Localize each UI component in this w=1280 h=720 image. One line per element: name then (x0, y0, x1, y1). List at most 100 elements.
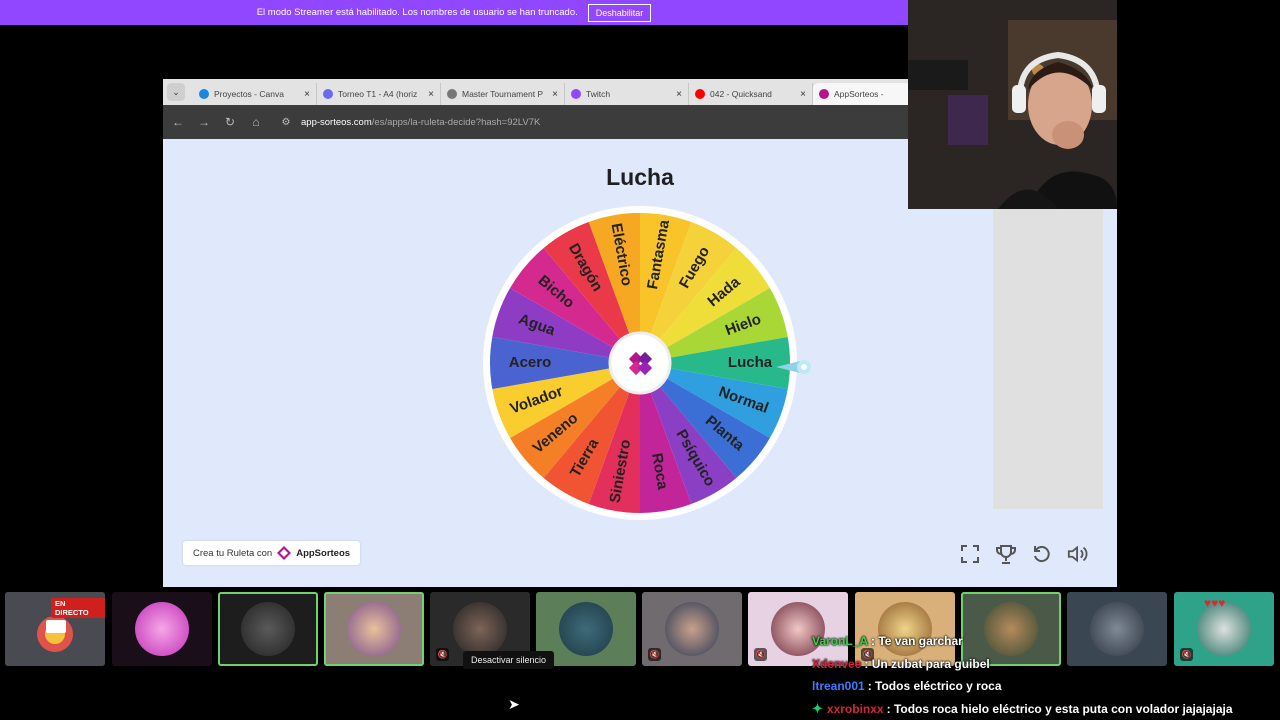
hearts-icon: ♥♥♥ (1204, 596, 1226, 610)
credit-prefix: Crea tu Ruleta con (193, 547, 273, 559)
unmute-tooltip: Desactivar silencio (463, 651, 555, 669)
wheel-rim-dot (789, 387, 793, 392)
wheel-rim-dot (540, 478, 544, 482)
reset-icon[interactable] (1031, 543, 1053, 565)
tab-favicon-icon (199, 89, 209, 99)
participant-tile[interactable] (324, 592, 424, 666)
chat-text: : Te van garchar (871, 634, 963, 649)
muted-icon: 🔇 (648, 648, 661, 661)
wheel-rim-dot (505, 437, 510, 442)
chat-username[interactable]: Xdenvee (812, 657, 861, 671)
avatar (347, 602, 401, 656)
chat-text: : Todos roca hielo eléctrico y esta puta… (886, 701, 1233, 716)
url-field[interactable]: ⚙ app-sorteos.com/es/apps/la-ruleta-deci… (279, 116, 541, 128)
wheel-hub[interactable] (608, 331, 672, 395)
tab-favicon-icon (695, 89, 705, 99)
wheel-rim-dot (586, 505, 590, 509)
create-wheel-credit[interactable]: Crea tu Ruleta con AppSorteos (183, 541, 361, 565)
avatar (559, 602, 613, 656)
side-panel (993, 209, 1103, 509)
back-icon[interactable]: ← (171, 115, 185, 129)
tab-label: Master Tournament P (462, 89, 544, 99)
muted-icon: 🔇 (754, 648, 767, 661)
wheel-rim-dot (736, 244, 740, 248)
banner-text: El modo Streamer está habilitado. Los no… (256, 7, 578, 18)
wheel-rim-dot (690, 217, 694, 221)
wheel-rim-dot (505, 284, 510, 289)
chat-message: Xdenvee: Un zubat para guibel (812, 653, 1280, 676)
wheel-rim-dot (736, 478, 740, 482)
wheel-rim-dot (770, 437, 775, 442)
browser-tab[interactable]: Twitch × (565, 83, 689, 105)
tab-label: Proyectos - Canva (214, 89, 284, 99)
webcam-feed (908, 0, 1117, 209)
site-settings-icon[interactable]: ⚙ (279, 117, 293, 128)
tab-favicon-icon (447, 89, 457, 99)
wheel-rim-dot (690, 505, 694, 509)
chat-message: VaronL_A: Te van garchar (812, 630, 1280, 653)
wheel-rim-dot (487, 387, 491, 392)
mouse-cursor-icon: ➤ (508, 696, 520, 712)
close-tab-icon[interactable]: × (552, 89, 558, 100)
avatar (241, 602, 295, 656)
browser-tab[interactable]: 042 - Quicksand × (689, 83, 813, 105)
chat-message: ltrean001: Todos eléctrico y roca (812, 675, 1280, 698)
disable-streamer-mode-button[interactable]: Deshabilitar (587, 3, 652, 22)
reload-icon[interactable]: ↻ (223, 115, 237, 129)
chat-overlay: VaronL_A: Te van garchar Xdenvee: Un zuba… (812, 630, 1280, 720)
fullscreen-icon[interactable] (959, 543, 981, 565)
wheel-segment-label: Acero (509, 354, 552, 371)
tab-label: Torneo T1 - A4 (horiz (338, 89, 418, 99)
wheel-rim-dot (770, 284, 775, 289)
forward-icon[interactable]: → (197, 115, 211, 129)
wheel-rim-dot (487, 334, 491, 339)
chat-username[interactable]: ltrean001 (812, 679, 865, 693)
chat-username[interactable]: VaronL_A (812, 634, 868, 648)
wheel-title-text: Lucha (606, 164, 674, 190)
tab-favicon-icon (323, 89, 333, 99)
wheel-rim-dot (586, 217, 590, 221)
participant-tile[interactable] (218, 592, 318, 666)
url-path: /es/apps/la-ruleta-decide?hash=92LV7K (371, 116, 541, 128)
home-icon[interactable]: ⌂ (249, 115, 263, 129)
tab-label: 042 - Quicksand (710, 89, 772, 99)
wheel-rim-dot (789, 334, 793, 339)
volume-icon[interactable] (1067, 543, 1089, 565)
participant-tile[interactable]: 🔇 (642, 592, 742, 666)
tab-search-icon[interactable]: ⌄ (167, 83, 185, 101)
wheel-rim-dot (540, 244, 544, 248)
screen: El modo Streamer está habilitado. Los no… (0, 0, 1280, 720)
appsorteos-icon (277, 546, 292, 560)
wheel-rim-dot (638, 514, 642, 518)
prize-wheel[interactable]: Eléctrico Fantasma FuegoHadaHieloLuchaNorm… (480, 203, 820, 543)
streamer-mode-banner: El modo Streamer está habilitado. Los no… (0, 0, 908, 25)
wheel-segment-label: Lucha (728, 354, 773, 371)
browser-tab[interactable]: Master Tournament P × (441, 83, 565, 105)
url-host: app-sorteos.com (301, 116, 372, 128)
wheel-controls (959, 543, 1089, 565)
avatar (665, 602, 719, 656)
close-tab-icon[interactable]: × (676, 89, 682, 100)
close-tab-icon[interactable]: × (428, 89, 434, 100)
browser-tab[interactable]: Proyectos - Canva × (193, 83, 317, 105)
tab-favicon-icon (819, 89, 829, 99)
wheel-rim-dot (638, 208, 642, 212)
chat-badge-icon: ✦ (812, 700, 823, 716)
participant-tile[interactable] (112, 592, 212, 666)
avatar (453, 602, 507, 656)
muted-icon: 🔇 (436, 648, 449, 661)
browser-tab[interactable]: Torneo T1 - A4 (horiz × (317, 83, 441, 105)
close-tab-icon[interactable]: × (800, 89, 806, 100)
chat-text: : Todos eléctrico y roca (867, 679, 1002, 694)
participant-tile[interactable]: EN DIRECTO (5, 592, 105, 666)
chat-text: : Un zubat para guibel (864, 656, 990, 671)
trophy-icon[interactable] (995, 543, 1017, 565)
wheel-title: Lucha (540, 164, 740, 191)
live-badge: EN DIRECTO (51, 598, 105, 618)
tab-favicon-icon (571, 89, 581, 99)
tab-label: Twitch (586, 89, 611, 99)
chat-username[interactable]: xxrobinxx (827, 702, 884, 716)
chat-message: ✦ xxrobinxx: Todos roca hielo eléctrico y… (812, 698, 1280, 720)
close-tab-icon[interactable]: × (304, 89, 310, 100)
avatar (135, 602, 189, 656)
